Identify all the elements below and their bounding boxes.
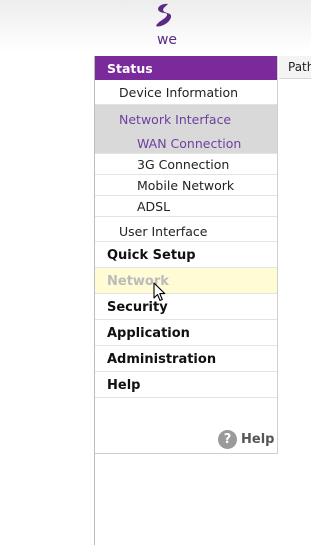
path-breadcrumb: Path	[279, 56, 311, 79]
sidebar-item-mobile-network[interactable]: Mobile Network	[95, 175, 277, 196]
sidebar-item-device-information[interactable]: Device Information	[95, 80, 277, 105]
logo-text: we	[157, 32, 177, 48]
sidebar-item-adsl[interactable]: ADSL	[95, 196, 277, 217]
question-mark-icon: ?	[218, 429, 237, 449]
sidebar-item-application[interactable]: Application	[95, 320, 277, 346]
sidebar-item-quick-setup[interactable]: Quick Setup	[95, 242, 277, 268]
sidebar-item-network[interactable]: Network	[95, 268, 277, 294]
sidebar-item-administration[interactable]: Administration	[95, 346, 277, 372]
sidebar-item-user-interface[interactable]: User Interface	[95, 217, 277, 242]
top-header: we	[0, 0, 311, 52]
we-logo-icon: we	[156, 3, 177, 48]
help-button-label: Help	[241, 431, 275, 447]
sidebar-item-3g-connection[interactable]: 3G Connection	[95, 154, 277, 175]
sidebar-item-wan-connection[interactable]: WAN Connection	[95, 131, 277, 154]
sidebar-item-network-interface[interactable]: Network Interface	[95, 105, 277, 131]
sidebar-item-security[interactable]: Security	[95, 294, 277, 320]
sidebar-item-status[interactable]: Status	[95, 56, 277, 80]
help-button[interactable]: ? Help	[218, 429, 274, 449]
sidebar-item-help[interactable]: Help	[95, 372, 277, 398]
sidebar-menu: Status Device Information Network Interf…	[95, 56, 278, 454]
mouse-pointer-icon	[153, 282, 166, 302]
